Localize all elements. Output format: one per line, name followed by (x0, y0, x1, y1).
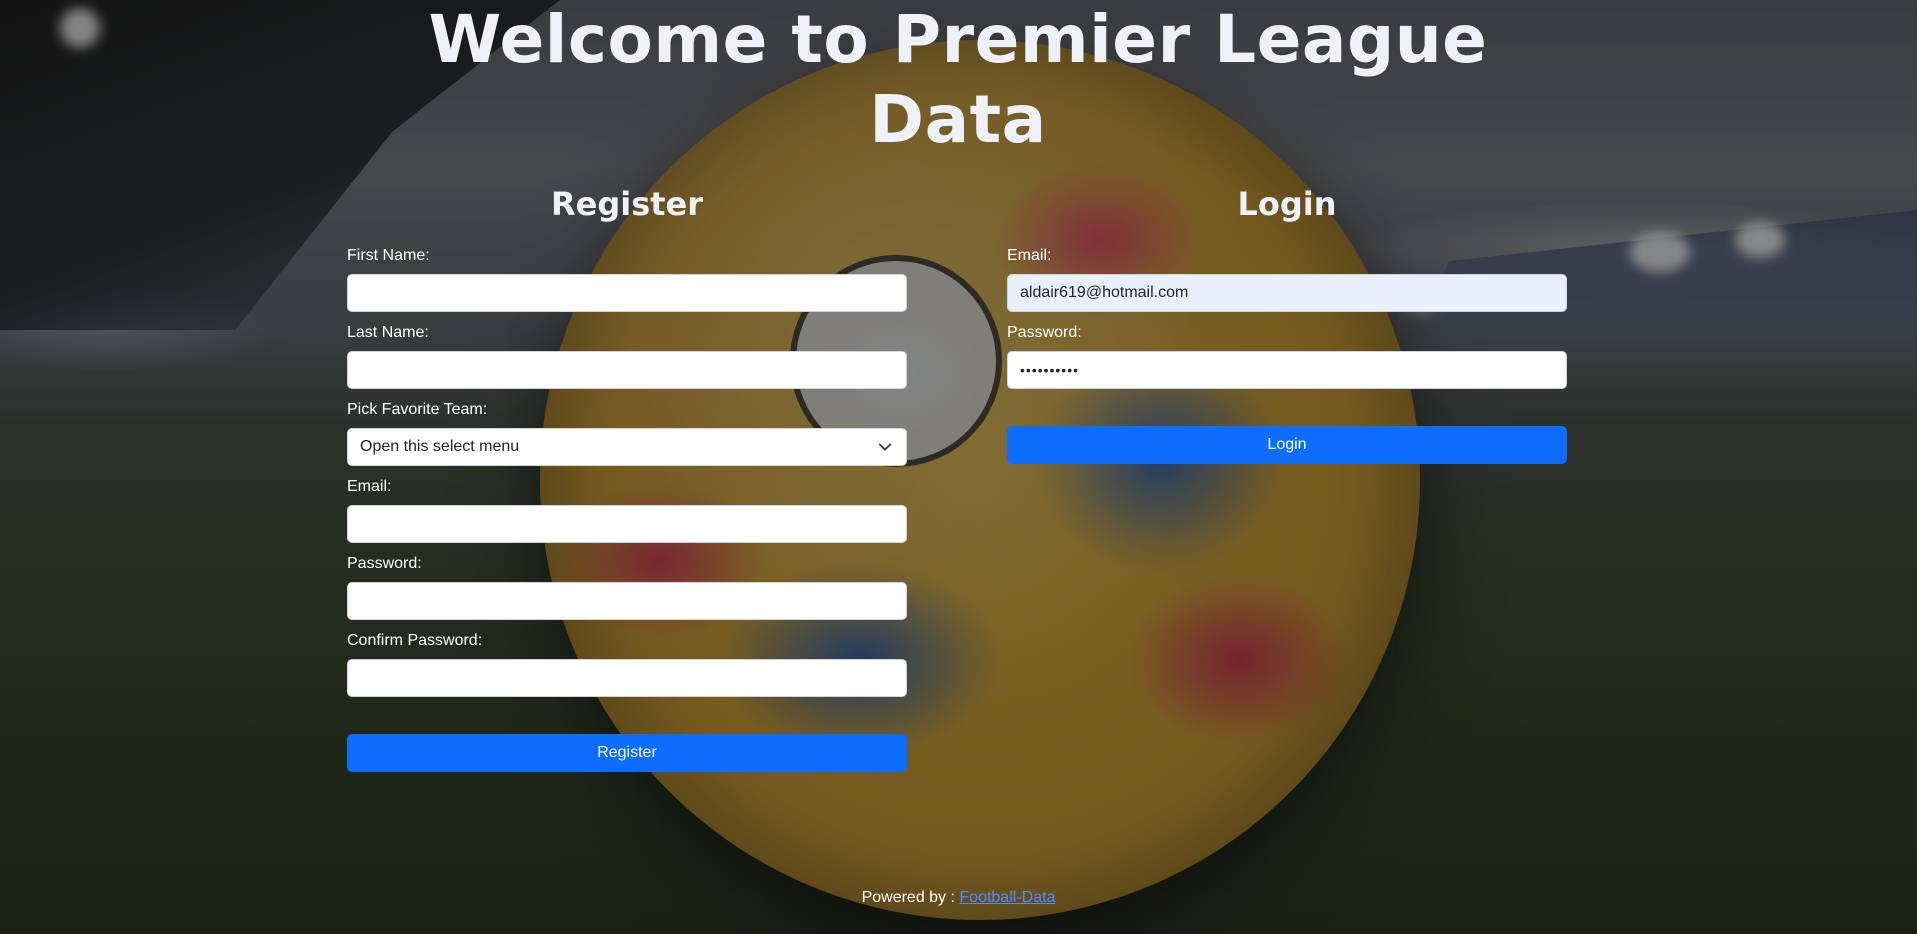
first-name-field: First Name: (347, 246, 907, 312)
favorite-team-label: Pick Favorite Team: (347, 401, 488, 418)
first-name-label: First Name: (347, 247, 430, 264)
register-email-input[interactable] (347, 505, 907, 543)
register-title: Register (550, 185, 704, 223)
login-password-field: Password: (1007, 323, 1567, 389)
football-data-link[interactable]: Football-Data (959, 889, 1055, 906)
favorite-team-field: Pick Favorite Team: Open this select men… (347, 400, 907, 466)
login-email-label: Email: (1007, 247, 1052, 264)
login-password-label: Password: (1007, 324, 1082, 341)
register-password-field: Password: (347, 554, 907, 620)
confirm-password-input[interactable] (347, 659, 907, 697)
favorite-team-selected-value: Open this select menu (360, 438, 520, 455)
page-title: Welcome to Premier League Data (428, 1, 1488, 158)
login-title: Login (1237, 185, 1337, 223)
login-button[interactable]: Login (1007, 426, 1567, 464)
login-email-input[interactable] (1007, 274, 1567, 312)
powered-by-text: Powered by : (861, 889, 960, 906)
register-email-label: Email: (347, 478, 392, 495)
login-email-field: Email: (1007, 246, 1567, 312)
last-name-input[interactable] (347, 351, 907, 389)
first-name-input[interactable] (347, 274, 907, 312)
last-name-field: Last Name: (347, 323, 907, 389)
last-name-label: Last Name: (347, 324, 429, 341)
register-form: Register First Name: Last Name: Pick Fav… (347, 180, 907, 772)
register-button[interactable]: Register (347, 734, 907, 772)
confirm-password-field: Confirm Password: (347, 631, 907, 697)
footer: Powered by : Football-Data (0, 887, 1917, 909)
confirm-password-label: Confirm Password: (347, 632, 483, 649)
login-password-input[interactable] (1007, 351, 1567, 389)
register-password-label: Password: (347, 555, 422, 572)
register-email-field: Email: (347, 477, 907, 543)
register-password-input[interactable] (347, 582, 907, 620)
chevron-down-icon (878, 443, 892, 451)
login-form: Login Email: Password: Login (1007, 180, 1567, 464)
favorite-team-select[interactable]: Open this select menu (347, 428, 907, 466)
page-content: Welcome to Premier League Data Register … (0, 0, 1917, 934)
page-header: Welcome to Premier League Data (425, 0, 1491, 160)
